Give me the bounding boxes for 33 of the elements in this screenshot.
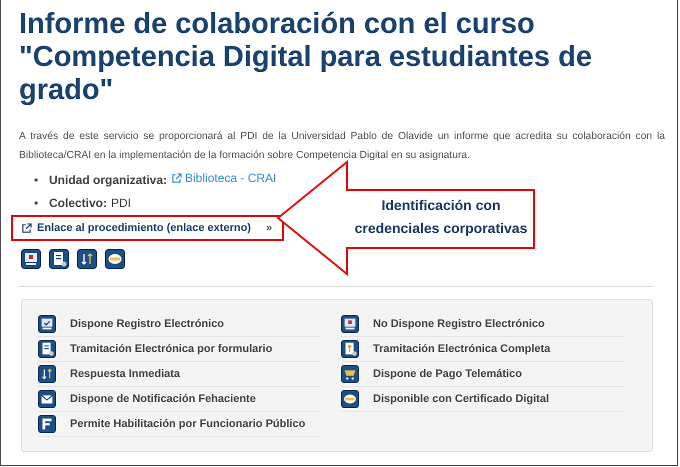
page-title: Informe de colaboración con el curso "Competencia Digital para estudiantes de grado" [18,7,593,107]
procedure-link[interactable]: Enlace al procedimiento (enlace externo) » [11,215,284,241]
letter-f-icon [38,415,56,433]
document-icon [49,249,69,269]
legend-label: Dispone Registro Electrónico [70,318,224,330]
legend-label: Permite Habilitación por Funcionario Público [70,418,306,430]
arrows-icon [38,365,56,383]
legend-label: Dispone de Pago Telemático [373,368,522,380]
external-link-icon [21,222,32,234]
monitor-x-icon [341,315,359,333]
cart-icon [341,365,359,383]
detail-label: Colectivo: [49,196,108,210]
monitor-x-icon [21,249,41,269]
legend-label: Tramitación Electrónica Completa [373,343,550,355]
certificate-icon [105,249,125,269]
bullet: • [34,195,40,212]
monitor-check-icon [38,315,56,333]
legend-label: Disponible con Certificado Digital [373,393,550,405]
external-link-icon [171,173,182,184]
legend-label: Dispone de Notificación Fehaciente [70,393,256,405]
legend-label: Respuesta Inmediata [70,368,180,380]
envelope-icon [38,390,56,408]
legend-label: No Dispone Registro Electrónico [373,318,545,330]
certificate-icon [341,390,359,408]
bullet: • [34,172,40,189]
callout-text: Identificación con credenciales corporativas [354,196,528,238]
legend-label: Tramitación Electrónica por formulario [70,343,272,355]
arrows-icon [77,249,97,269]
detail-label: Unidad organizativa: [49,173,168,187]
description-text: A través de este servicio se proporcionará al PDI de la Universidad Pablo de Olavide un informe que acredita su colaboración con la Biblioteca/CRAI en la implementación de la formación sobre Competencia Digital en su asignatura. [19,130,665,163]
document-icon [38,340,56,358]
detail-value: PDI [111,196,132,210]
document-icon [341,340,359,358]
